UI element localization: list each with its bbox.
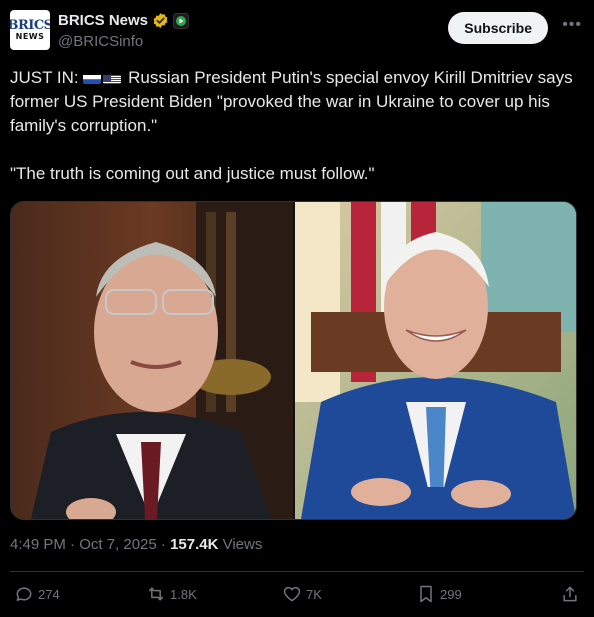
verified-badge-icon <box>152 12 169 29</box>
left-photo <box>11 202 293 519</box>
tweet-prefix: JUST IN: <box>10 68 84 87</box>
right-photo <box>295 202 576 519</box>
usa-flag-icon <box>103 71 122 84</box>
tweet-media-image[interactable] <box>10 201 577 520</box>
like-count: 7K <box>306 586 322 602</box>
tweet-meta: 4:49 PM · Oct 7, 2025 · 157.4K Views <box>10 536 262 553</box>
repost-button[interactable]: 1.8K <box>146 584 197 604</box>
timestamp[interactable]: 4:49 PM · Oct 7, 2025 · <box>10 536 170 553</box>
tweet-header: BRICS NEWS BRICS News @BRICSinfo Subscri… <box>10 10 584 54</box>
action-bar: 274 1.8K 7K 299 <box>10 584 584 610</box>
avatar-logo-subtext: NEWS <box>15 32 45 41</box>
subscribe-button[interactable]: Subscribe <box>448 12 548 44</box>
reply-count: 274 <box>38 586 60 602</box>
share-button[interactable] <box>560 584 580 604</box>
bookmark-button[interactable]: 299 <box>416 584 462 604</box>
more-horizontal-icon[interactable]: ••• <box>562 16 582 34</box>
repost-icon <box>149 587 163 601</box>
bookmark-icon <box>420 585 432 603</box>
handle[interactable]: @BRICSinfo <box>58 33 143 50</box>
like-button[interactable]: 7K <box>282 584 322 604</box>
media-composite-photo <box>11 202 576 519</box>
russia-flag-icon <box>83 71 102 84</box>
bookmark-count: 299 <box>440 586 462 602</box>
reply-button[interactable]: 274 <box>14 584 60 604</box>
avatar-logo-text: BRICS <box>10 18 50 33</box>
repost-count: 1.8K <box>170 586 197 602</box>
share-icon <box>563 586 577 602</box>
tweet-body: Russian President Putin's special envoy … <box>10 68 573 183</box>
reply-icon <box>16 587 32 601</box>
avatar[interactable]: BRICS NEWS <box>10 10 50 50</box>
tweet-text: JUST IN: Russian President Putin's speci… <box>10 66 584 186</box>
heart-icon <box>283 586 301 602</box>
views-label: Views <box>218 536 263 553</box>
name-row: BRICS News <box>58 12 190 29</box>
divider <box>10 571 584 572</box>
views-count: 157.4K <box>170 536 219 553</box>
affiliate-badge-icon[interactable] <box>173 12 190 29</box>
display-name[interactable]: BRICS News <box>58 12 148 29</box>
